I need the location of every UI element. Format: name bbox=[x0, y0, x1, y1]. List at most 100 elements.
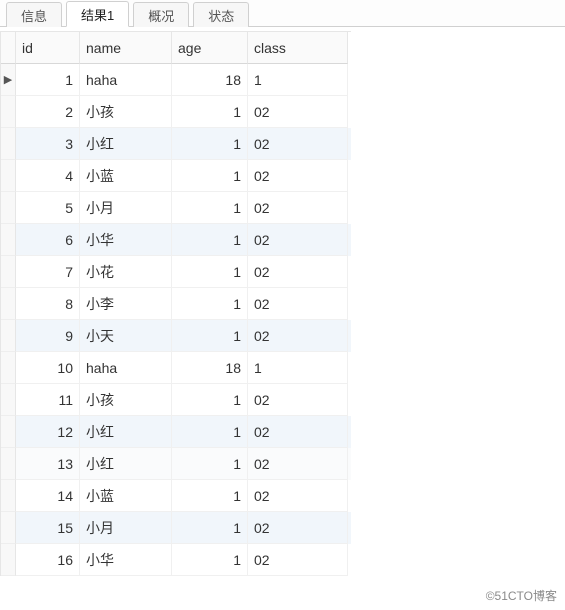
table-row[interactable]: 15小月102 bbox=[1, 512, 351, 544]
row-marker bbox=[1, 544, 16, 576]
cell-class[interactable]: 02 bbox=[248, 384, 348, 416]
cell-id[interactable]: 12 bbox=[16, 416, 80, 448]
cell-id[interactable]: 4 bbox=[16, 160, 80, 192]
col-header-id[interactable]: id bbox=[16, 32, 80, 64]
row-marker bbox=[1, 448, 16, 480]
row-marker bbox=[1, 224, 16, 256]
cell-name[interactable]: 小月 bbox=[80, 512, 172, 544]
table-row[interactable]: 11小孩102 bbox=[1, 384, 351, 416]
cell-id[interactable]: 6 bbox=[16, 224, 80, 256]
cell-class[interactable]: 02 bbox=[248, 448, 348, 480]
row-marker bbox=[1, 352, 16, 384]
cell-name[interactable]: 小孩 bbox=[80, 384, 172, 416]
cell-age[interactable]: 1 bbox=[172, 192, 248, 224]
cell-name[interactable]: haha bbox=[80, 64, 172, 96]
table-row[interactable]: ▶1haha181 bbox=[1, 64, 351, 96]
cell-class[interactable]: 02 bbox=[248, 288, 348, 320]
cell-age[interactable]: 1 bbox=[172, 288, 248, 320]
cell-class[interactable]: 02 bbox=[248, 480, 348, 512]
row-marker bbox=[1, 160, 16, 192]
table-row[interactable]: 7小花102 bbox=[1, 256, 351, 288]
table-row[interactable]: 3小红102 bbox=[1, 128, 351, 160]
table-row[interactable]: 8小李102 bbox=[1, 288, 351, 320]
table-row[interactable]: 2小孩102 bbox=[1, 96, 351, 128]
cell-id[interactable]: 5 bbox=[16, 192, 80, 224]
cell-class[interactable]: 02 bbox=[248, 544, 348, 576]
cell-id[interactable]: 15 bbox=[16, 512, 80, 544]
cell-id[interactable]: 11 bbox=[16, 384, 80, 416]
cell-class[interactable]: 1 bbox=[248, 64, 348, 96]
cell-age[interactable]: 1 bbox=[172, 224, 248, 256]
col-header-age[interactable]: age bbox=[172, 32, 248, 64]
table-row[interactable]: 12小红102 bbox=[1, 416, 351, 448]
col-header-name[interactable]: name bbox=[80, 32, 172, 64]
cell-class[interactable]: 1 bbox=[248, 352, 348, 384]
cell-age[interactable]: 1 bbox=[172, 160, 248, 192]
cell-class[interactable]: 02 bbox=[248, 512, 348, 544]
cell-id[interactable]: 7 bbox=[16, 256, 80, 288]
cell-age[interactable]: 1 bbox=[172, 544, 248, 576]
cell-age[interactable]: 1 bbox=[172, 480, 248, 512]
row-marker bbox=[1, 128, 16, 160]
cell-class[interactable]: 02 bbox=[248, 160, 348, 192]
cell-id[interactable]: 1 bbox=[16, 64, 80, 96]
cell-name[interactable]: 小蓝 bbox=[80, 480, 172, 512]
cell-class[interactable]: 02 bbox=[248, 96, 348, 128]
cell-id[interactable]: 8 bbox=[16, 288, 80, 320]
cell-class[interactable]: 02 bbox=[248, 224, 348, 256]
cell-id[interactable]: 9 bbox=[16, 320, 80, 352]
cell-name[interactable]: 小李 bbox=[80, 288, 172, 320]
row-marker bbox=[1, 512, 16, 544]
cell-name[interactable]: 小红 bbox=[80, 128, 172, 160]
cell-class[interactable]: 02 bbox=[248, 320, 348, 352]
cell-id[interactable]: 13 bbox=[16, 448, 80, 480]
cell-name[interactable]: 小华 bbox=[80, 224, 172, 256]
tab-result-1[interactable]: 结果1 bbox=[66, 1, 129, 27]
cell-age[interactable]: 1 bbox=[172, 512, 248, 544]
tab-overview[interactable]: 概况 bbox=[133, 2, 189, 27]
cell-class[interactable]: 02 bbox=[248, 256, 348, 288]
tab-info[interactable]: 信息 bbox=[6, 2, 62, 27]
cell-class[interactable]: 02 bbox=[248, 128, 348, 160]
table-row[interactable]: 5小月102 bbox=[1, 192, 351, 224]
row-marker: ▶ bbox=[1, 64, 16, 96]
cell-name[interactable]: haha bbox=[80, 352, 172, 384]
table-row[interactable]: 4小蓝102 bbox=[1, 160, 351, 192]
cell-name[interactable]: 小红 bbox=[80, 416, 172, 448]
cell-age[interactable]: 1 bbox=[172, 384, 248, 416]
cell-name[interactable]: 小蓝 bbox=[80, 160, 172, 192]
cell-age[interactable]: 1 bbox=[172, 320, 248, 352]
cell-age[interactable]: 1 bbox=[172, 448, 248, 480]
cell-age[interactable]: 1 bbox=[172, 128, 248, 160]
cell-class[interactable]: 02 bbox=[248, 416, 348, 448]
cell-id[interactable]: 2 bbox=[16, 96, 80, 128]
cell-age[interactable]: 18 bbox=[172, 64, 248, 96]
cell-name[interactable]: 小孩 bbox=[80, 96, 172, 128]
cell-id[interactable]: 3 bbox=[16, 128, 80, 160]
tab-bar: 信息 结果1 概况 状态 bbox=[0, 0, 565, 27]
cell-name[interactable]: 小月 bbox=[80, 192, 172, 224]
table-row[interactable]: 16小华102 bbox=[1, 544, 351, 576]
cell-age[interactable]: 1 bbox=[172, 416, 248, 448]
cell-id[interactable]: 10 bbox=[16, 352, 80, 384]
cell-name[interactable]: 小天 bbox=[80, 320, 172, 352]
cell-age[interactable]: 18 bbox=[172, 352, 248, 384]
cell-name[interactable]: 小花 bbox=[80, 256, 172, 288]
cell-age[interactable]: 1 bbox=[172, 256, 248, 288]
cell-id[interactable]: 16 bbox=[16, 544, 80, 576]
table-row[interactable]: 9小天102 bbox=[1, 320, 351, 352]
tab-status[interactable]: 状态 bbox=[193, 2, 249, 27]
cell-name[interactable]: 小红 bbox=[80, 448, 172, 480]
cell-class[interactable]: 02 bbox=[248, 192, 348, 224]
cell-age[interactable]: 1 bbox=[172, 96, 248, 128]
table-row[interactable]: 10haha181 bbox=[1, 352, 351, 384]
cell-id[interactable]: 14 bbox=[16, 480, 80, 512]
table-row[interactable]: 13小红102 bbox=[1, 448, 351, 480]
table-row[interactable]: 14小蓝102 bbox=[1, 480, 351, 512]
table-row[interactable]: 6小华102 bbox=[1, 224, 351, 256]
col-header-class[interactable]: class bbox=[248, 32, 348, 64]
row-marker bbox=[1, 96, 16, 128]
cell-name[interactable]: 小华 bbox=[80, 544, 172, 576]
row-marker bbox=[1, 480, 16, 512]
row-marker bbox=[1, 288, 16, 320]
